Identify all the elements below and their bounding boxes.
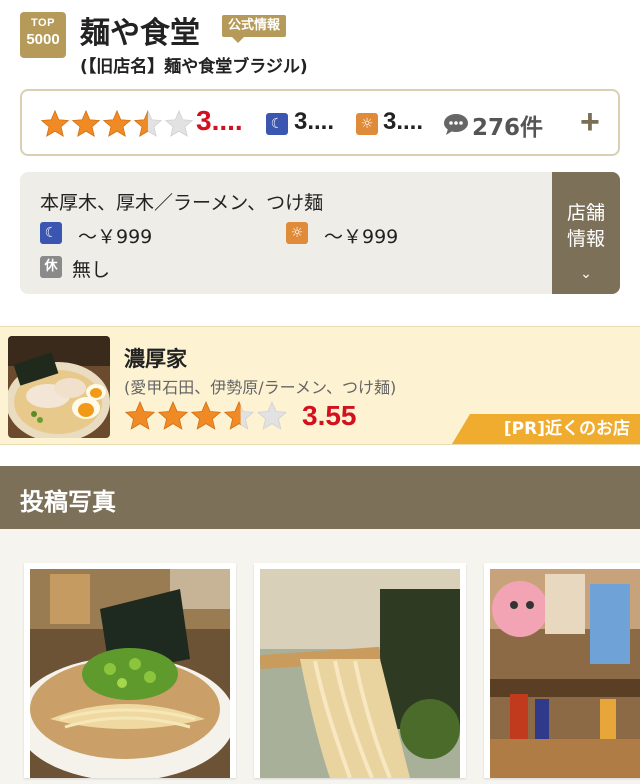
pr-shop-name: 濃厚家	[124, 347, 187, 371]
star-icon-5	[164, 109, 194, 137]
lunch-score: 3....	[383, 108, 424, 135]
pr-star-icon-2	[157, 400, 189, 430]
badge-line1: TOP	[31, 17, 55, 29]
moon-icon: ☾	[40, 222, 62, 244]
pr-shop-thumbnail[interactable]	[8, 336, 110, 438]
star-icon-2	[71, 109, 101, 137]
ramen-bowl-photo[interactable]	[24, 563, 236, 778]
page: TOP 5000 麺や食堂 公式情報 (【旧店名】麺や食堂ブラジル) 3....…	[0, 0, 640, 784]
shop-header: TOP 5000 麺や食堂 公式情報 (【旧店名】麺や食堂ブラジル)	[0, 0, 640, 84]
former-shop-name: (【旧店名】麺や食堂ブラジル)	[80, 57, 308, 77]
pr-star-icon-3	[190, 400, 222, 430]
pr-shop-area: (愛甲石田、伊勢原/ラーメン、つけ麺)	[124, 378, 397, 397]
moon-icon: ☾	[266, 113, 288, 135]
shop-interior-photo[interactable]	[484, 563, 640, 778]
rating-box[interactable]: 3.... ☾ 3.... ☼ 3.... 276件 +	[20, 89, 620, 156]
photo-carousel[interactable]	[0, 529, 640, 784]
pr-star-icon-5	[256, 400, 288, 430]
shop-name: 麺や食堂	[80, 16, 200, 51]
closed-days: 無し	[72, 259, 111, 281]
star-icon-4	[133, 109, 163, 137]
noodles-lift-photo[interactable]	[254, 563, 466, 778]
photos-section-header: 投稿写真	[0, 466, 640, 529]
chevron-down-icon: ⌄	[580, 266, 592, 282]
official-info-badge[interactable]: 公式情報	[222, 15, 287, 43]
pr-score: 3.55	[302, 400, 357, 431]
area-genre: 本厚木、厚木／ラーメン、つけ麺	[40, 192, 324, 214]
dinner-budget: ～￥999	[78, 226, 153, 248]
lunch-budget: ～￥999	[324, 226, 399, 248]
sun-icon: ☼	[356, 113, 378, 135]
star-icon-3	[102, 109, 132, 137]
pr-star-icon-1	[124, 400, 156, 430]
shop-info-box: 本厚木、厚木／ラーメン、つけ麺 ☾ ～￥999 ☼ ～￥999 休 無し 店舗情…	[20, 172, 620, 294]
review-count[interactable]: 276件	[472, 108, 543, 142]
pr-nearby-shop[interactable]: 濃厚家 (愛甲石田、伊勢原/ラーメン、つけ麺) 3.55 [PR]近くのお店	[0, 326, 640, 445]
section-title: 投稿写真	[20, 488, 116, 516]
shop-info-label: 店舗 情報	[566, 202, 605, 250]
star-icon-1	[40, 109, 70, 137]
shop-info-button[interactable]: 店舗 情報 ⌄	[552, 172, 620, 294]
dinner-score: 3....	[294, 108, 335, 135]
expand-plus-icon[interactable]: +	[580, 105, 600, 139]
comment-icon	[444, 114, 468, 135]
badge-line2: 5000	[26, 31, 60, 48]
pr-star-rating	[124, 400, 289, 432]
star-rating	[40, 109, 195, 139]
closed-day-icon: 休	[40, 256, 62, 278]
overall-score: 3....	[196, 105, 243, 136]
top5000-badge: TOP 5000	[20, 12, 66, 58]
pr-nearby-tag: [PR]近くのお店	[452, 414, 640, 444]
sun-icon: ☼	[286, 222, 308, 244]
pr-star-icon-4	[223, 400, 255, 430]
